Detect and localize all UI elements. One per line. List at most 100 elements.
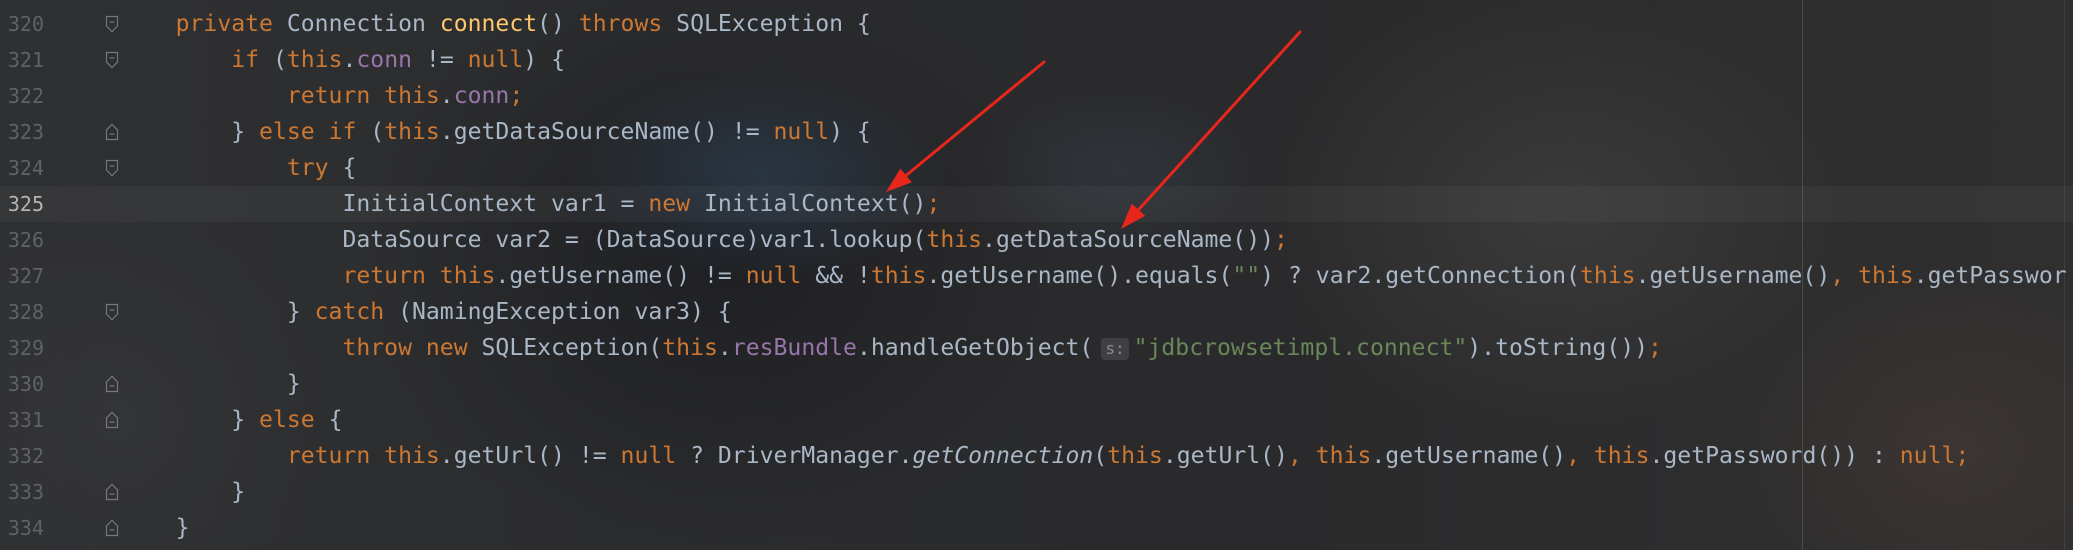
code-line-row[interactable]: 326 DataSource var2 = (DataSource)var1.l…	[0, 222, 2073, 258]
code-line-row[interactable]: 328 } catch (NamingException var3) {	[0, 294, 2073, 330]
code-token: .getPassword()) :	[1649, 443, 1900, 469]
code-line-row[interactable]: 327 return this.getUsername() != null &&…	[0, 258, 2073, 294]
code-line-row[interactable]: 320 private Connection connect() throws …	[0, 6, 2073, 42]
code-token: }	[286, 299, 315, 325]
code-token: .getDataSourceName())	[982, 227, 1275, 253]
code-token: return	[286, 443, 371, 469]
code-line[interactable]: return this.getUsername() != null && !th…	[120, 258, 2066, 294]
code-token: this	[439, 263, 496, 289]
code-token: InitialContext var1 =	[342, 191, 649, 217]
code-line[interactable]: } else {	[120, 402, 342, 438]
code-line[interactable]: return this.getUrl() != null ? DriverMan…	[120, 438, 1969, 474]
code-token: ) {	[829, 119, 871, 145]
code-token: null	[620, 443, 677, 469]
fold-end-icon[interactable]	[105, 411, 119, 429]
line-number[interactable]: 321	[0, 42, 44, 78]
line-number[interactable]: 328	[0, 294, 44, 330]
code-line-row[interactable]: 329 throw new SQLException(this.resBundl…	[0, 330, 2073, 366]
line-number[interactable]: 329	[0, 330, 44, 366]
fold-start-icon[interactable]	[105, 51, 119, 69]
fold-end-icon[interactable]	[105, 375, 119, 393]
fold-end-icon[interactable]	[105, 123, 119, 141]
editor-lines[interactable]: 320 private Connection connect() throws …	[0, 0, 2073, 550]
code-token: ,	[1566, 443, 1580, 469]
code-editor[interactable]: 320 private Connection connect() throws …	[0, 0, 2073, 550]
fold-start-icon[interactable]	[105, 15, 119, 33]
code-token: ,	[1830, 263, 1845, 289]
code-line[interactable]: if (this.conn != null) {	[120, 42, 565, 78]
code-token: return	[286, 83, 371, 109]
code-token: .getUsername().equals(	[926, 263, 1233, 289]
line-number[interactable]: 323	[0, 114, 44, 150]
fold-start-icon[interactable]	[105, 303, 119, 321]
code-line-row[interactable]: 323 } else if (this.getDataSourceName() …	[0, 114, 2073, 150]
code-line-row[interactable]: 330 }	[0, 366, 2073, 402]
code-token: this	[286, 47, 343, 73]
code-token: this	[384, 119, 440, 145]
code-token: ;	[509, 83, 524, 109]
line-number[interactable]: 333	[0, 474, 44, 510]
code-line[interactable]: return this.conn;	[120, 78, 523, 114]
fold-end-icon[interactable]	[105, 483, 119, 501]
code-token: .	[439, 83, 454, 109]
line-number[interactable]: 320	[0, 6, 44, 42]
code-token: }	[231, 479, 246, 505]
code-line-row[interactable]: 321 if (this.conn != null) {	[0, 42, 2073, 78]
code-token: private	[175, 11, 273, 37]
code-token: .getDataSourceName() !=	[439, 119, 774, 145]
parameter-hint: s:	[1101, 337, 1129, 360]
code-token: .getUrl()	[1162, 443, 1288, 469]
line-number[interactable]: 326	[0, 222, 44, 258]
code-token: else if	[259, 119, 357, 145]
code-token: ;	[1955, 443, 1970, 469]
code-token: new	[425, 335, 468, 361]
code-line-row[interactable]: 332 return this.getUrl() != null ? Drive…	[0, 438, 2073, 474]
code-token: getConnection	[912, 443, 1094, 469]
code-line-row[interactable]: 325 InitialContext var1 = new InitialCon…	[0, 186, 2073, 222]
code-line[interactable]: }	[120, 474, 245, 510]
line-number[interactable]: 332	[0, 438, 44, 474]
code-line[interactable]: }	[120, 366, 301, 402]
code-line[interactable]: private Connection connect() throws SQLE…	[120, 6, 871, 42]
code-line[interactable]: InitialContext var1 = new InitialContext…	[120, 186, 940, 222]
code-line[interactable]: throw new SQLException(this.resBundle.ha…	[120, 330, 1661, 366]
code-token: conn	[453, 83, 510, 109]
code-token: resBundle	[731, 335, 857, 361]
line-number[interactable]: 327	[0, 258, 44, 294]
code-token: throws	[578, 11, 663, 37]
vertical-scrollbar-track[interactable]	[2064, 0, 2065, 550]
code-token: this	[662, 335, 718, 361]
code-line-row[interactable]: 334 }	[0, 510, 2073, 546]
code-line[interactable]: try {	[120, 150, 357, 186]
code-line[interactable]: DataSource var2 = (DataSource)var1.looku…	[120, 222, 1287, 258]
code-token: && !	[801, 263, 871, 289]
code-token: Connection	[272, 11, 440, 37]
fold-end-icon[interactable]	[105, 519, 119, 537]
code-line-row[interactable]: 322 return this.conn;	[0, 78, 2073, 114]
line-number[interactable]: 324	[0, 150, 44, 186]
line-number[interactable]: 325	[0, 186, 44, 222]
code-token: .	[342, 47, 357, 73]
line-number[interactable]: 330	[0, 366, 44, 402]
fold-start-icon[interactable]	[105, 159, 119, 177]
code-token: ).toString())	[1467, 335, 1649, 361]
code-line[interactable]: } catch (NamingException var3) {	[120, 294, 732, 330]
code-line-row[interactable]: 331 } else {	[0, 402, 2073, 438]
code-token: this	[384, 443, 440, 469]
code-line[interactable]: }	[120, 510, 190, 546]
code-line-row[interactable]: 324 try {	[0, 150, 2073, 186]
line-number[interactable]: 331	[0, 402, 44, 438]
code-token: "jdbcrowsetimpl.connect"	[1133, 335, 1468, 361]
code-line-row[interactable]: 333 }	[0, 474, 2073, 510]
line-number[interactable]: 322	[0, 78, 44, 114]
code-line[interactable]: } else if (this.getDataSourceName() != n…	[120, 114, 871, 150]
line-number[interactable]: 334	[0, 510, 44, 546]
code-token: throw	[342, 335, 412, 361]
